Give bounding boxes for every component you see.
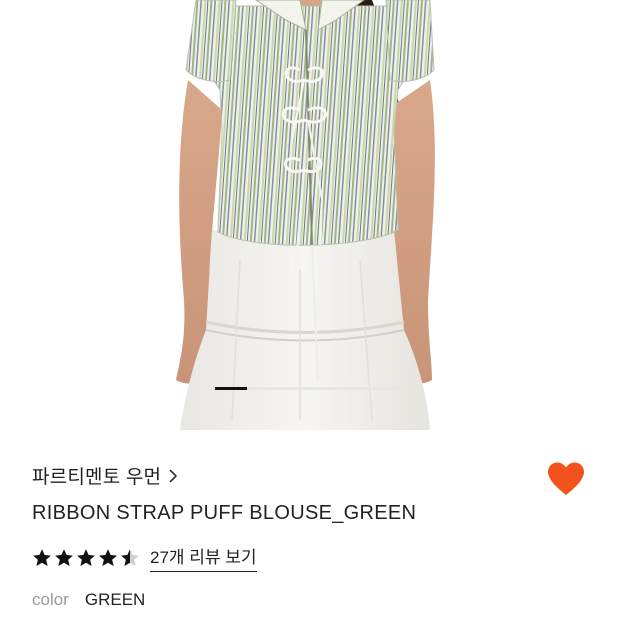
option-row: color GREEN [32, 590, 145, 610]
star-icon [77, 548, 95, 566]
brand-name: 파르티멘토 우먼 [32, 467, 162, 488]
carousel-dot [247, 387, 279, 390]
star-icon [121, 548, 139, 566]
option-label: color [32, 590, 69, 609]
carousel-dot [215, 387, 247, 390]
product-title: RIBBON STRAP PUFF BLOUSE_GREEN [32, 502, 417, 524]
option-value: GREEN [84, 590, 146, 609]
carousel-dot [343, 387, 375, 390]
product-image-carousel[interactable] [0, 0, 620, 430]
star-icon [55, 548, 73, 566]
carousel-dot [279, 387, 311, 390]
brand-link[interactable]: 파르티멘토 우먼 [32, 462, 178, 489]
product-detail-page: 파르티멘토 우먼 RIBBON STRAP PUFF BLOUSE_GREEN … [0, 0, 620, 620]
star-icon [33, 548, 51, 566]
review-link[interactable]: 27개 리뷰 보기 [150, 543, 257, 572]
carousel-dot [375, 387, 407, 390]
product-photo [176, 0, 435, 430]
chevron-right-icon [169, 469, 178, 482]
heart-icon [548, 462, 584, 495]
rating-row: 27개 리뷰 보기 [32, 543, 257, 572]
carousel-indicator [215, 387, 407, 390]
carousel-dot [311, 387, 343, 390]
star-icon [99, 548, 117, 566]
star-rating [32, 548, 140, 568]
like-button[interactable] [546, 461, 586, 497]
